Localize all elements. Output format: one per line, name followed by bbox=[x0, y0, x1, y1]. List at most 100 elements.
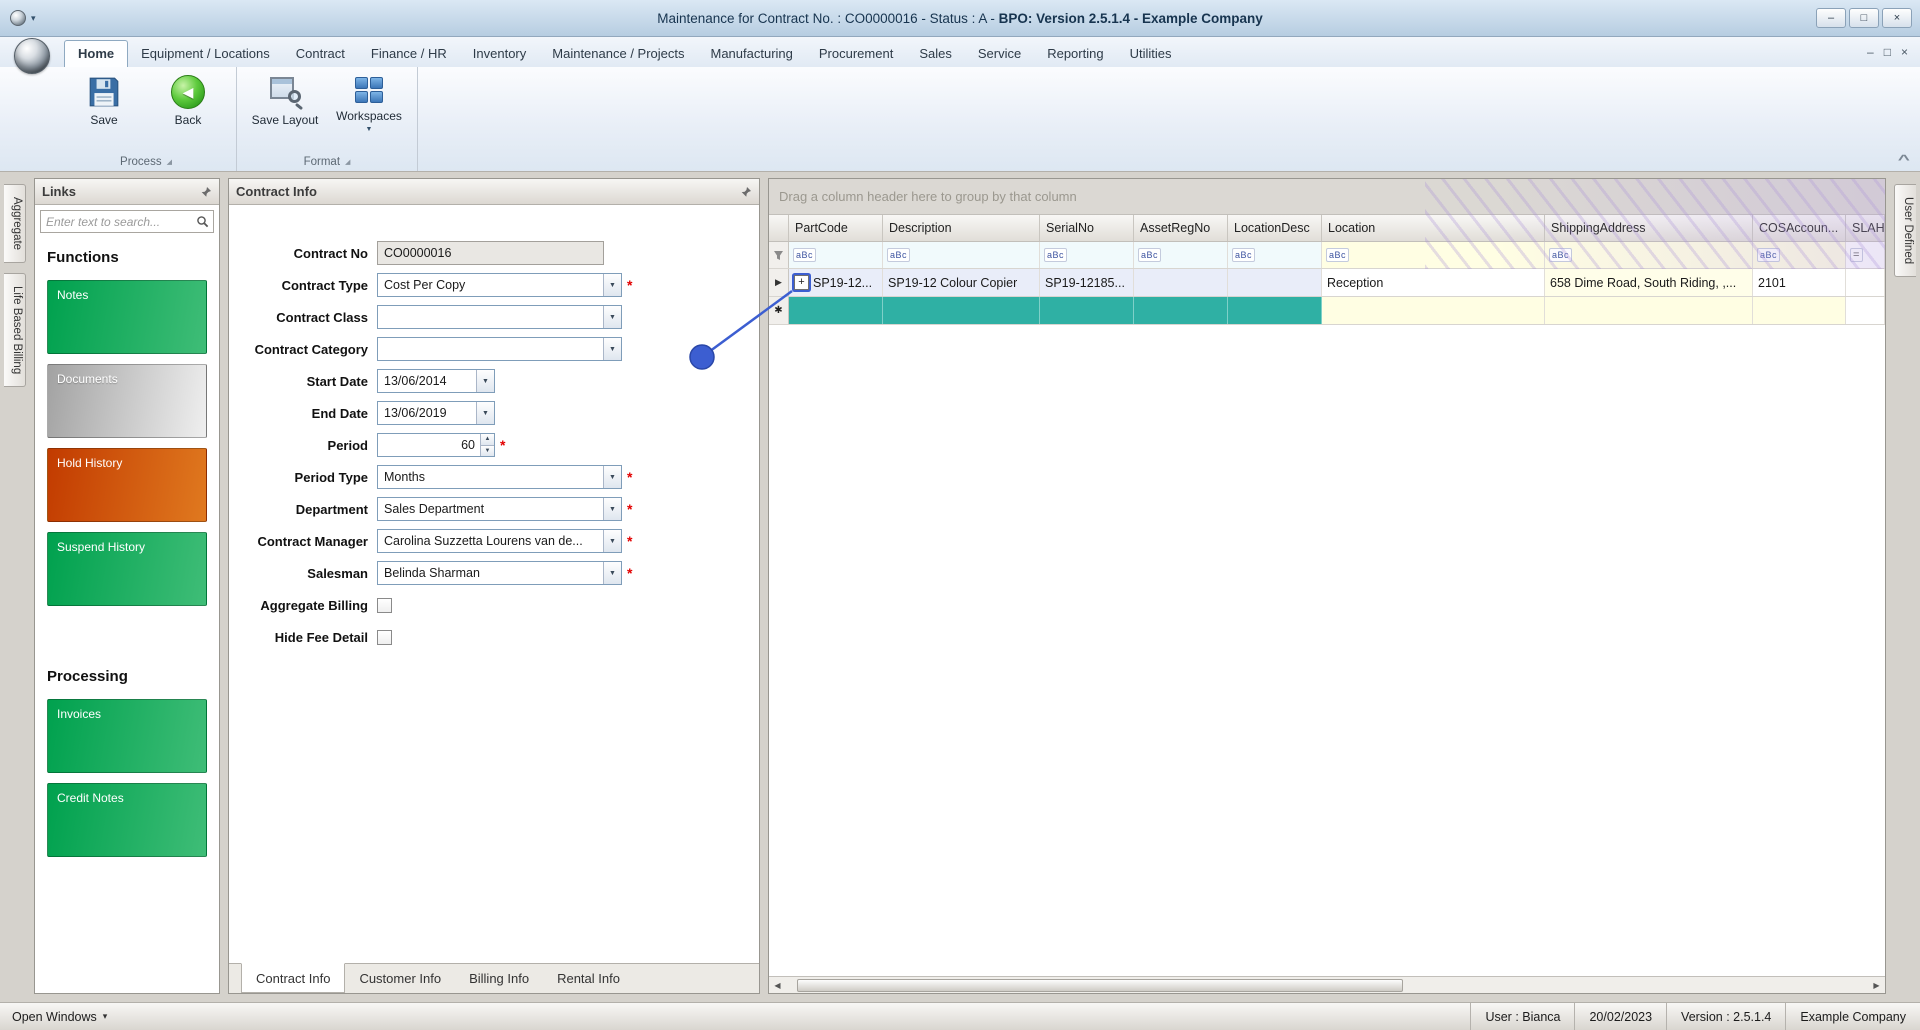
workspaces-button[interactable]: Workspaces ▼ bbox=[331, 70, 407, 133]
filter-cell-cosaccount[interactable]: aBc bbox=[1753, 242, 1846, 268]
dropdown-arrow-icon[interactable]: ▼ bbox=[603, 274, 621, 296]
workspaces-dropdown-icon[interactable]: ▼ bbox=[366, 126, 373, 133]
ribbon-tab-maintenance-projects[interactable]: Maintenance / Projects bbox=[539, 41, 697, 67]
aggregate-billing-checkbox[interactable] bbox=[377, 597, 392, 613]
ribbon-restore-icon[interactable]: □ bbox=[1884, 45, 1891, 59]
link-button-documents[interactable]: Documents bbox=[47, 364, 207, 438]
salesman-select[interactable]: Belinda Sharman ▼ bbox=[377, 561, 622, 585]
side-tab-aggregate[interactable]: Aggregate bbox=[4, 184, 26, 264]
column-header-locationdesc[interactable]: LocationDesc bbox=[1228, 215, 1322, 241]
scroll-track[interactable] bbox=[786, 977, 1868, 993]
new-cell-partcode[interactable] bbox=[789, 297, 883, 324]
group-by-area[interactable]: Drag a column header here to group by th… bbox=[769, 179, 1885, 215]
ribbon-tab-reporting[interactable]: Reporting bbox=[1034, 41, 1116, 67]
links-search-box[interactable] bbox=[40, 210, 214, 233]
ribbon-tab-home[interactable]: Home bbox=[64, 40, 129, 67]
start-date-picker[interactable]: 13/06/2014 ▼ bbox=[377, 369, 495, 393]
filter-equals-icon[interactable]: = bbox=[1850, 248, 1863, 262]
filter-cell-slahour[interactable]: = bbox=[1846, 242, 1885, 268]
filter-type-icon[interactable]: aBc bbox=[793, 248, 817, 262]
hide-fee-detail-checkbox[interactable] bbox=[377, 629, 392, 645]
contract-class-select[interactable]: ▼ bbox=[377, 305, 622, 329]
filter-type-icon[interactable]: aBc bbox=[1138, 248, 1162, 262]
filter-cell-serialno[interactable]: aBc bbox=[1040, 242, 1134, 268]
filter-cell-description[interactable]: aBc bbox=[883, 242, 1040, 268]
grid-new-row[interactable]: ✱ bbox=[769, 297, 1885, 325]
spin-down-button[interactable]: ▼ bbox=[481, 444, 494, 456]
grid-horizontal-scrollbar[interactable]: ◀ ▶ bbox=[769, 976, 1885, 993]
new-cell-assetregno[interactable] bbox=[1134, 297, 1228, 324]
column-header-location[interactable]: Location bbox=[1322, 215, 1545, 241]
ribbon-tab-service[interactable]: Service bbox=[965, 41, 1034, 67]
cell-slahour[interactable] bbox=[1846, 269, 1885, 296]
search-input[interactable] bbox=[41, 214, 196, 229]
expand-row-button[interactable]: + bbox=[794, 275, 809, 290]
side-tab-life-based-billing[interactable]: Life Based Billing bbox=[4, 273, 26, 388]
ribbon-close-icon[interactable]: × bbox=[1901, 45, 1908, 59]
minimize-button[interactable]: – bbox=[1816, 8, 1846, 28]
dropdown-arrow-icon[interactable]: ▼ bbox=[603, 338, 621, 360]
link-button-hold-history[interactable]: Hold History bbox=[47, 448, 207, 522]
tab-rental-info[interactable]: Rental Info bbox=[543, 964, 634, 993]
open-windows-dropdown[interactable]: Open Windows ▾ bbox=[0, 1003, 119, 1030]
pin-icon[interactable] bbox=[200, 186, 212, 198]
ribbon-tab-manufacturing[interactable]: Manufacturing bbox=[698, 41, 806, 67]
side-tab-user-defined[interactable]: User Defined bbox=[1894, 184, 1916, 278]
filter-type-icon[interactable]: aBc bbox=[1757, 248, 1781, 262]
column-header-shippingaddress[interactable]: ShippingAddress bbox=[1545, 215, 1753, 241]
contract-no-input[interactable]: CO0000016 bbox=[377, 241, 604, 265]
pin-icon[interactable] bbox=[740, 186, 752, 198]
dropdown-arrow-icon[interactable]: ▼ bbox=[603, 498, 621, 520]
link-button-suspend-history[interactable]: Suspend History bbox=[47, 532, 207, 606]
cell-shippingaddress[interactable]: 658 Dime Road, South Riding, ,... bbox=[1545, 269, 1753, 296]
filter-cell-locationdesc[interactable]: aBc bbox=[1228, 242, 1322, 268]
filter-type-icon[interactable]: aBc bbox=[887, 248, 911, 262]
dropdown-arrow-icon[interactable]: ▼ bbox=[603, 530, 621, 552]
department-select[interactable]: Sales Department ▼ bbox=[377, 497, 622, 521]
new-cell-locationdesc[interactable] bbox=[1228, 297, 1322, 324]
period-type-select[interactable]: Months ▼ bbox=[377, 465, 622, 489]
contract-category-select[interactable]: ▼ bbox=[377, 337, 622, 361]
back-button[interactable]: ◀ Back bbox=[150, 70, 226, 127]
column-header-slahour[interactable]: SLAHou... bbox=[1846, 215, 1885, 241]
process-dialog-launcher-icon[interactable]: ◢ bbox=[167, 158, 172, 166]
filter-type-icon[interactable]: aBc bbox=[1232, 248, 1256, 262]
dropdown-arrow-icon[interactable]: ▼ bbox=[603, 466, 621, 488]
search-icon[interactable] bbox=[196, 215, 209, 228]
filter-cell-assetregno[interactable]: aBc bbox=[1134, 242, 1228, 268]
ribbon-tab-equipment-locations[interactable]: Equipment / Locations bbox=[128, 41, 283, 67]
filter-type-icon[interactable]: aBc bbox=[1044, 248, 1068, 262]
ribbon-tab-utilities[interactable]: Utilities bbox=[1117, 41, 1185, 67]
filter-type-icon[interactable]: aBc bbox=[1549, 248, 1573, 262]
link-button-credit-notes[interactable]: Credit Notes bbox=[47, 783, 207, 857]
qat-caret-icon[interactable]: ▾ bbox=[31, 13, 36, 24]
new-cell-shippingaddress[interactable] bbox=[1545, 297, 1753, 324]
column-header-cosaccount[interactable]: COSAccoun... bbox=[1753, 215, 1846, 241]
save-layout-button[interactable]: Save Layout bbox=[247, 70, 323, 127]
ribbon-tab-sales[interactable]: Sales bbox=[906, 41, 965, 67]
ribbon-tab-contract[interactable]: Contract bbox=[283, 41, 358, 67]
column-header-partcode[interactable]: PartCode bbox=[789, 215, 883, 241]
save-button[interactable]: Save bbox=[66, 70, 142, 127]
cell-description[interactable]: SP19-12 Colour Copier bbox=[883, 269, 1040, 296]
link-button-notes[interactable]: Notes bbox=[47, 280, 207, 354]
cell-location[interactable]: Reception bbox=[1322, 269, 1545, 296]
filter-type-icon[interactable]: aBc bbox=[1326, 248, 1350, 262]
link-button-invoices[interactable]: Invoices bbox=[47, 699, 207, 773]
dropdown-arrow-icon[interactable]: ▼ bbox=[476, 370, 494, 392]
close-button[interactable]: × bbox=[1882, 8, 1912, 28]
column-header-assetregno[interactable]: AssetRegNo bbox=[1134, 215, 1228, 241]
column-header-serialno[interactable]: SerialNo bbox=[1040, 215, 1134, 241]
dropdown-arrow-icon[interactable]: ▼ bbox=[603, 562, 621, 584]
contract-manager-select[interactable]: Carolina Suzzetta Lourens van de... ▼ bbox=[377, 529, 622, 553]
dropdown-arrow-icon[interactable]: ▼ bbox=[603, 306, 621, 328]
quick-access-toolbar[interactable]: ▾ bbox=[0, 10, 36, 26]
collapse-ribbon-icon[interactable]: ^ bbox=[1898, 152, 1910, 167]
cell-serialno[interactable]: SP19-12185... bbox=[1040, 269, 1134, 296]
ribbon-tab-procurement[interactable]: Procurement bbox=[806, 41, 906, 67]
ribbon-tab-inventory[interactable]: Inventory bbox=[460, 41, 539, 67]
format-dialog-launcher-icon[interactable]: ◢ bbox=[345, 158, 350, 166]
ribbon-tab-finance-hr[interactable]: Finance / HR bbox=[358, 41, 460, 67]
contract-type-select[interactable]: Cost Per Copy ▼ bbox=[377, 273, 622, 297]
filter-cell-shippingaddress[interactable]: aBc bbox=[1545, 242, 1753, 268]
